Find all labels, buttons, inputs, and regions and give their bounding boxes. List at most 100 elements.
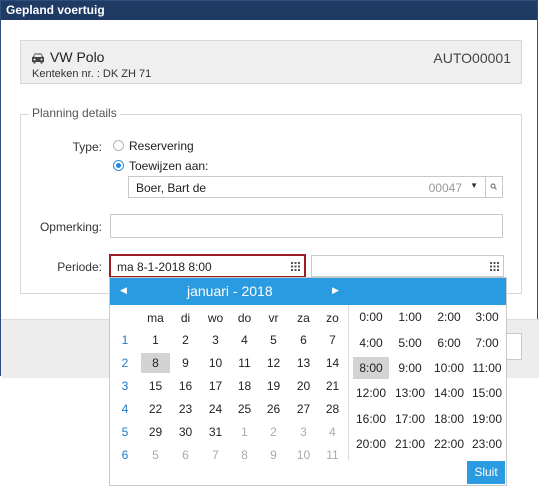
lookup-button[interactable] (485, 177, 502, 197)
month-label[interactable]: januari - 2018 (187, 283, 273, 299)
week-number: 4 (121, 402, 129, 416)
calendar-day[interactable]: 9 (171, 353, 200, 373)
hour-option[interactable]: 12:00 (353, 382, 389, 404)
calendar-day[interactable]: 11 (230, 353, 259, 373)
hour-option[interactable]: 10:00 (431, 357, 467, 379)
hour-option[interactable]: 7:00 (469, 332, 505, 354)
hour-option[interactable]: 19:00 (469, 408, 505, 430)
prev-month-icon[interactable]: ◀ (120, 285, 127, 296)
hour-option[interactable]: 6:00 (431, 332, 467, 354)
hour-option[interactable]: 23:00 (469, 433, 505, 455)
calendar-day[interactable]: 7 (318, 330, 347, 350)
hour-option[interactable]: 2:00 (431, 306, 467, 328)
hour-option[interactable]: 17:00 (392, 408, 428, 430)
chevron-down-icon[interactable]: ▼ (470, 181, 478, 190)
calendar-day[interactable]: 1 (141, 330, 170, 350)
calendar-day[interactable]: 28 (318, 399, 347, 419)
calendar-day[interactable]: 18 (230, 376, 259, 396)
calendar-day[interactable]: 14 (318, 353, 347, 373)
calendar-day[interactable]: 1 (230, 422, 259, 442)
next-month-icon[interactable]: ▶ (332, 285, 339, 296)
hour-option[interactable]: 15:00 (469, 382, 505, 404)
hour-option[interactable]: 0:00 (353, 306, 389, 328)
radio-reservering[interactable] (113, 140, 124, 151)
calendar-day[interactable]: 30 (171, 422, 200, 442)
remark-label: Opmerking: (39, 220, 102, 234)
hour-option[interactable]: 4:00 (353, 332, 389, 354)
calendar-day[interactable]: 24 (201, 399, 230, 419)
period-start-input[interactable]: ma 8-1-2018 8:00 (109, 254, 306, 278)
hour-option[interactable]: 13:00 (392, 382, 428, 404)
calendar-icon[interactable] (291, 262, 300, 271)
hour-option[interactable]: 1:00 (392, 306, 428, 328)
calendar-day[interactable]: 6 (289, 330, 318, 350)
period-label: Periode: (57, 260, 102, 274)
window-title: Gepland voertuig (1, 1, 537, 20)
hour-option[interactable]: 14:00 (431, 382, 467, 404)
search-icon (490, 183, 497, 190)
hour-option[interactable]: 5:00 (392, 332, 428, 354)
calendar-day[interactable]: 13 (289, 353, 318, 373)
calendar-day[interactable]: 10 (289, 445, 318, 465)
calendar-day[interactable]: 31 (201, 422, 230, 442)
calendar-day[interactable]: 20 (289, 376, 318, 396)
week-number: 2 (121, 356, 129, 370)
calendar-day[interactable]: 12 (259, 353, 288, 373)
hour-option[interactable]: 9:00 (392, 357, 428, 379)
calendar-day[interactable]: 5 (259, 330, 288, 350)
week-number: 1 (121, 333, 129, 347)
calendar-day[interactable]: 29 (141, 422, 170, 442)
hour-option[interactable]: 20:00 (353, 433, 389, 455)
calendar-day[interactable]: 11 (318, 445, 347, 465)
close-button[interactable]: Sluit (467, 461, 505, 484)
calendar-day[interactable]: 21 (318, 376, 347, 396)
period-start-value: ma 8-1-2018 8:00 (117, 260, 212, 274)
assignee-code: 00047 (428, 181, 462, 195)
calendar-day[interactable]: 17 (201, 376, 230, 396)
assignee-value: Boer, Bart de (136, 181, 207, 195)
calendar-day[interactable]: 2 (259, 422, 288, 442)
calendar-day[interactable]: 15 (141, 376, 170, 396)
calendar-day[interactable]: 4 (230, 330, 259, 350)
radio-toewijzen[interactable] (113, 160, 124, 171)
weekday-header: di (180, 311, 191, 325)
calendar-day[interactable]: 7 (201, 445, 230, 465)
calendar-day[interactable]: 25 (230, 399, 259, 419)
vehicle-name: VW Polo (50, 49, 105, 65)
remark-input[interactable] (110, 214, 503, 238)
calendar-day[interactable]: 23 (171, 399, 200, 419)
hour-option[interactable]: 11:00 (469, 357, 505, 379)
calendar-icon[interactable] (490, 262, 499, 271)
radio-toewijzen-label[interactable]: Toewijzen aan: (129, 159, 208, 173)
calendar-day[interactable]: 6 (171, 445, 200, 465)
calendar-day[interactable]: 27 (289, 399, 318, 419)
calendar-day[interactable]: 19 (259, 376, 288, 396)
assignee-select[interactable]: Boer, Bart de 00047 ▼ (128, 176, 503, 198)
calendar-day[interactable]: 26 (259, 399, 288, 419)
calendar-day[interactable]: 2 (171, 330, 200, 350)
calendar-day[interactable]: 10 (201, 353, 230, 373)
calendar-day[interactable]: 3 (201, 330, 230, 350)
radio-reservering-label[interactable]: Reservering (129, 139, 194, 153)
calendar-day[interactable]: 5 (141, 445, 170, 465)
hour-option[interactable]: 8:00 (353, 357, 389, 379)
footer-button[interactable] (506, 333, 522, 360)
week-number: 6 (121, 448, 129, 462)
hour-option[interactable]: 18:00 (431, 408, 467, 430)
vehicle-plate: Kenteken nr. : DK ZH 71 (32, 68, 152, 80)
calendar-day[interactable]: 3 (289, 422, 318, 442)
planning-legend: Planning details (29, 106, 120, 120)
period-end-input[interactable] (311, 255, 504, 277)
vehicle-code: AUTO00001 (433, 50, 511, 66)
hour-option[interactable]: 22:00 (431, 433, 467, 455)
calendar-day[interactable]: 4 (318, 422, 347, 442)
calendar-day[interactable]: 9 (259, 445, 288, 465)
hour-option[interactable]: 3:00 (469, 306, 505, 328)
calendar-day[interactable]: 16 (171, 376, 200, 396)
hour-option[interactable]: 16:00 (353, 408, 389, 430)
calendar-day[interactable]: 8 (141, 353, 170, 373)
calendar-day[interactable]: 22 (141, 399, 170, 419)
hour-option[interactable]: 21:00 (392, 433, 428, 455)
calendar-day[interactable]: 8 (230, 445, 259, 465)
weekday-header: wo (207, 311, 224, 325)
